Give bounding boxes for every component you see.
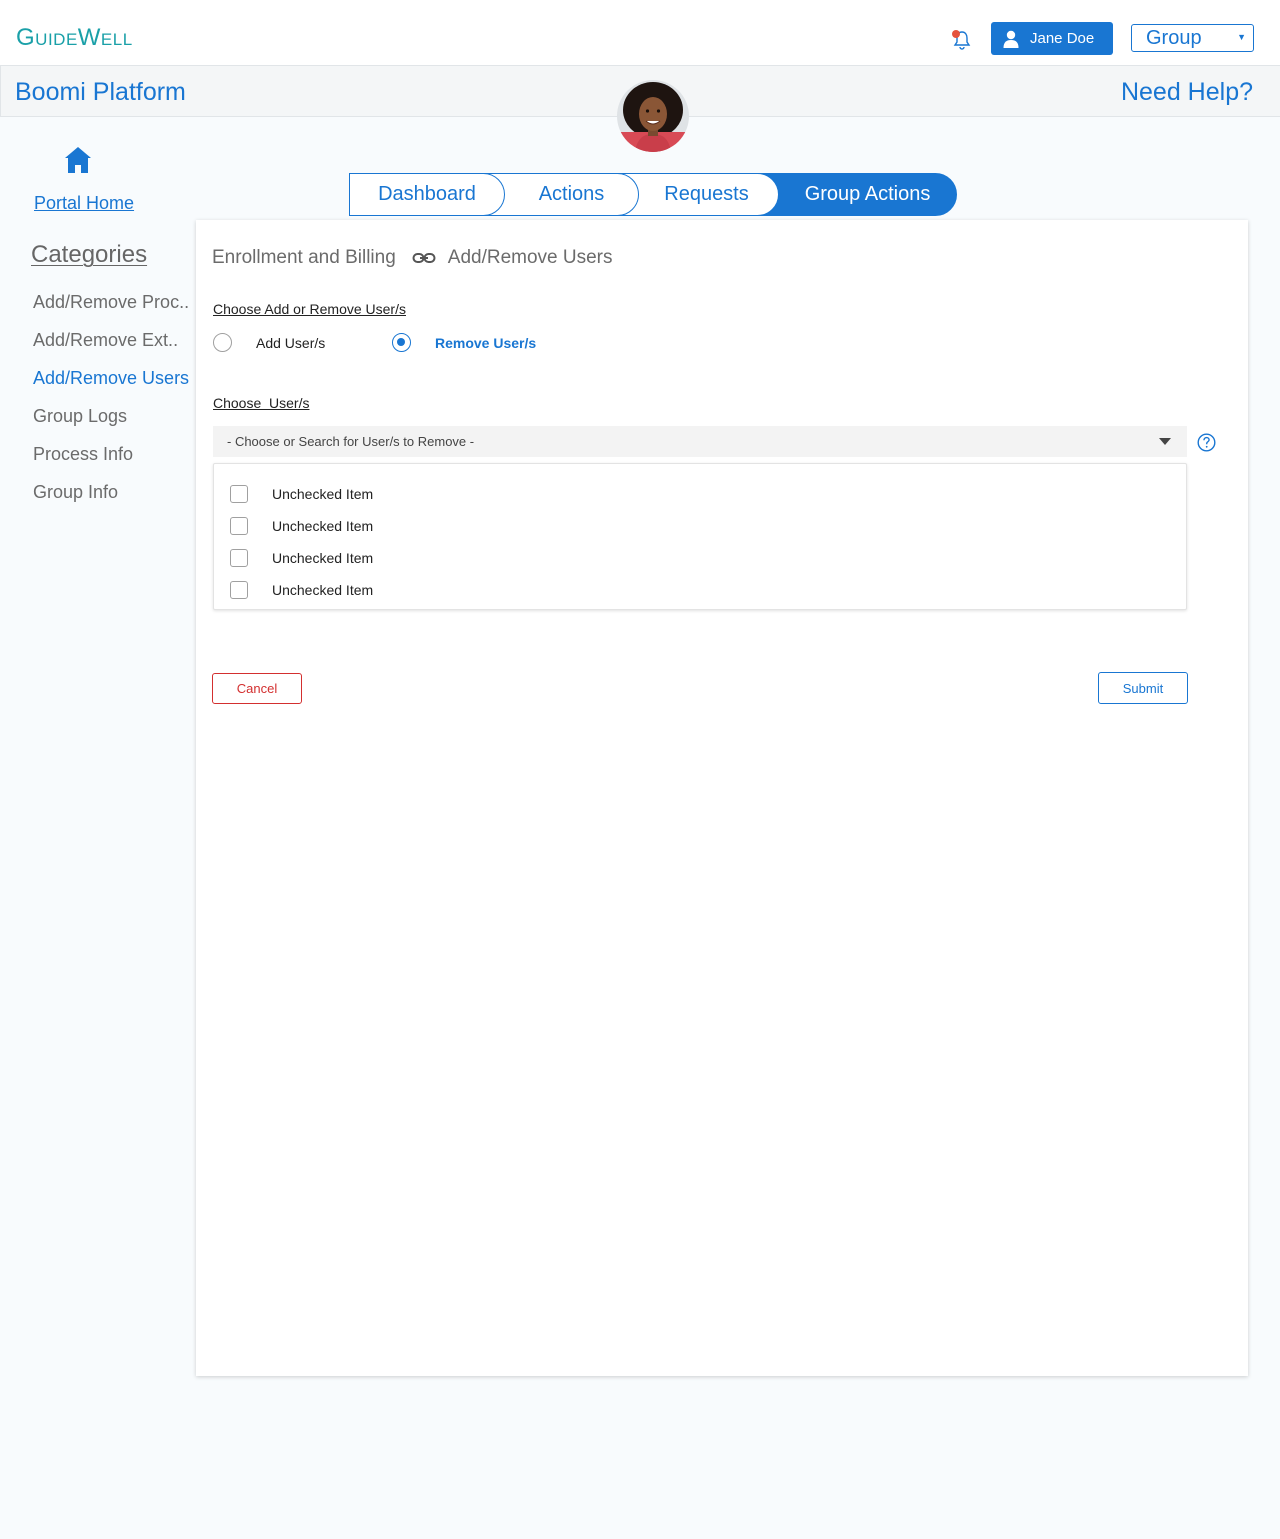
breadcrumb: Enrollment and Billing Add/Remove Users <box>212 247 613 269</box>
users-label: Choose User/s <box>213 395 310 411</box>
portal-home-link[interactable]: Portal Home <box>34 193 134 214</box>
need-help-link[interactable]: Need Help? <box>1121 78 1253 107</box>
checkbox[interactable] <box>230 517 248 535</box>
categories-heading: Categories <box>31 241 148 268</box>
user-avatar[interactable] <box>617 80 689 152</box>
group-select-value: Group <box>1146 26 1202 49</box>
list-item[interactable]: Unchecked Item <box>214 478 1186 510</box>
user-icon <box>1003 30 1019 48</box>
sidebar-item-add-remove-users[interactable]: Add/Remove Users <box>33 367 189 405</box>
avatar-image <box>617 80 689 152</box>
sidebar-item-group-info[interactable]: Group Info <box>33 481 189 519</box>
radio-button[interactable] <box>213 333 232 352</box>
list-item-label: Unchecked Item <box>272 582 374 598</box>
user-name: Jane Doe <box>1030 30 1095 47</box>
breadcrumb-current: Add/Remove Users <box>447 247 613 268</box>
link-icon <box>412 253 436 263</box>
list-item-label: Unchecked Item <box>272 550 374 566</box>
sidebar-item-group-logs[interactable]: Group Logs <box>33 405 189 443</box>
tab-dashboard[interactable]: Dashboard <box>349 173 505 216</box>
checkbox[interactable] <box>230 549 248 567</box>
radio-remove-users-label: Remove User/s <box>435 334 537 351</box>
caret-down-icon: ▼ <box>1237 32 1246 42</box>
checkbox[interactable] <box>230 581 248 599</box>
main-tabs: Dashboard Actions Requests Group Actions <box>349 173 957 216</box>
breadcrumb-parent[interactable]: Enrollment and Billing <box>212 247 396 269</box>
guidewell-logo[interactable]: GuideWell <box>16 24 133 52</box>
radio-add-users[interactable]: Add User/s <box>213 333 325 352</box>
platform-title: Boomi Platform <box>15 78 186 106</box>
cancel-button[interactable]: Cancel <box>212 673 302 704</box>
list-item[interactable]: Unchecked Item <box>214 542 1186 574</box>
checkbox[interactable] <box>230 485 248 503</box>
sidebar-item-add-remove-processes[interactable]: Add/Remove Proc.. <box>33 291 189 329</box>
users-dropdown-placeholder: - Choose or Search for User/s to Remove … <box>227 434 475 449</box>
group-select[interactable]: Group ▼ <box>1131 24 1254 52</box>
tab-group-actions[interactable]: Group Actions <box>754 173 957 216</box>
list-item[interactable]: Unchecked Item <box>214 510 1186 542</box>
list-item-label: Unchecked Item <box>272 486 374 502</box>
top-header: GuideWell Jane Doe Group ▼ <box>0 0 1280 66</box>
radio-button-checked[interactable] <box>392 333 411 352</box>
users-dropdown[interactable]: - Choose or Search for User/s to Remove … <box>213 426 1187 457</box>
bell-icon[interactable] <box>950 29 974 51</box>
submit-button[interactable]: Submit <box>1098 672 1188 704</box>
sidebar-item-process-info[interactable]: Process Info <box>33 443 189 481</box>
list-item[interactable]: Unchecked Item <box>214 574 1186 606</box>
caret-down-icon <box>1159 438 1171 445</box>
mode-label: Choose Add or Remove User/s <box>213 301 406 317</box>
sidebar-item-add-remove-extensions[interactable]: Add/Remove Ext.. <box>33 329 189 367</box>
home-icon[interactable] <box>64 146 92 174</box>
radio-add-users-label: Add User/s <box>256 334 326 351</box>
radio-remove-users[interactable]: Remove User/s <box>392 333 536 352</box>
list-item-label: Unchecked Item <box>272 518 374 534</box>
main-panel: Enrollment and Billing Add/Remove Users … <box>196 220 1248 1376</box>
category-list: Add/Remove Proc.. Add/Remove Ext.. Add/R… <box>33 291 189 519</box>
help-icon[interactable] <box>1197 433 1216 452</box>
user-checklist: Unchecked Item Unchecked Item Unchecked … <box>213 463 1187 610</box>
user-menu-button[interactable]: Jane Doe <box>991 22 1113 55</box>
